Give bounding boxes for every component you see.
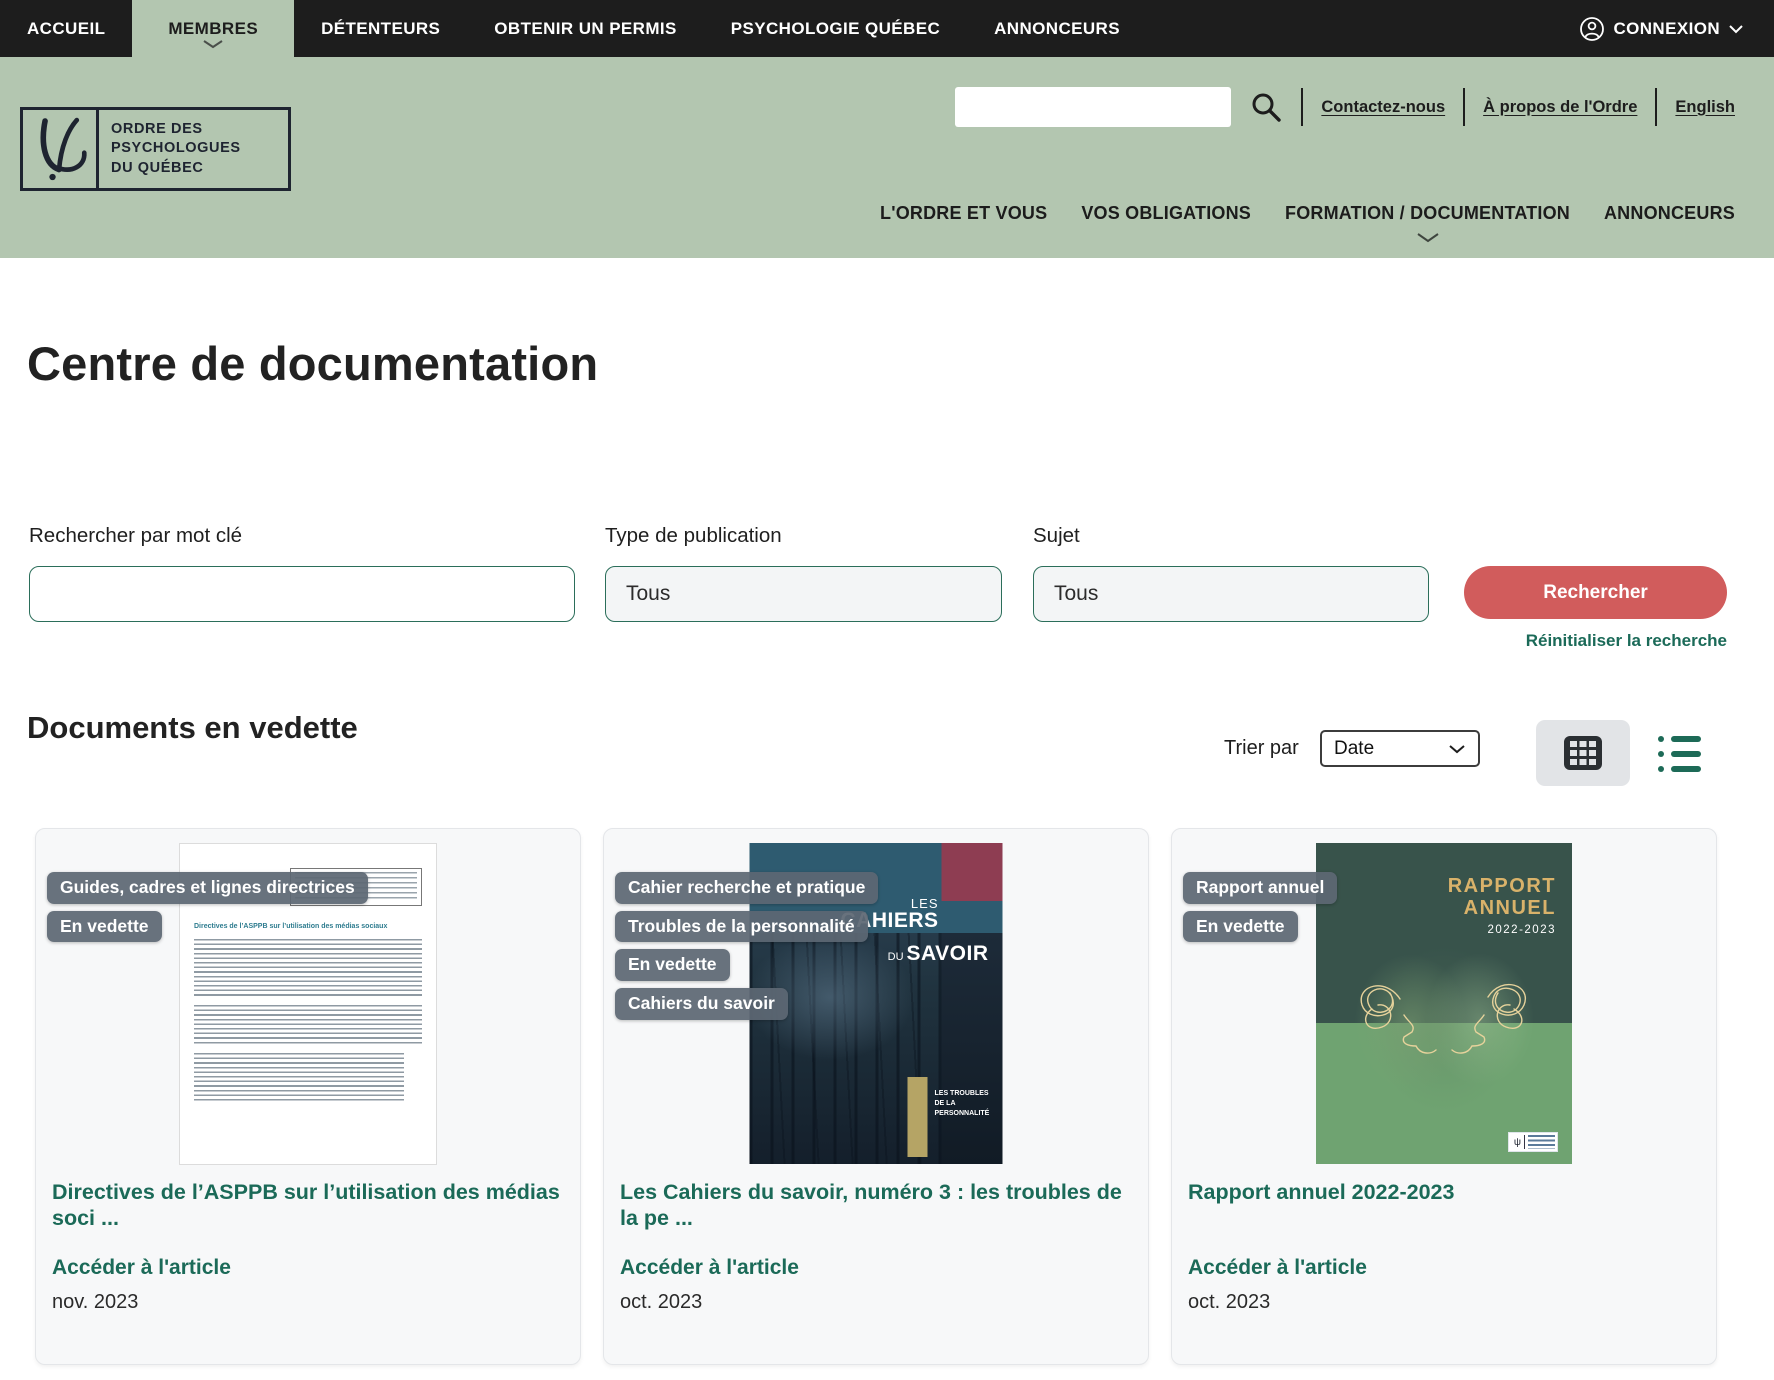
language-toggle-english[interactable]: English (1675, 98, 1735, 117)
search-button[interactable]: Rechercher (1464, 566, 1727, 619)
grid-view-icon (1564, 736, 1602, 770)
reset-search-link[interactable]: Réinitialiser la recherche (1526, 631, 1727, 651)
top-nav-annonceurs[interactable]: ANNONCEURS (967, 0, 1147, 57)
tag-badge: Cahier recherche et pratique (615, 872, 878, 904)
keyword-input[interactable] (29, 566, 575, 622)
tag-badge: Guides, cadres et lignes directrices (47, 872, 368, 904)
sort-select-value: Date (1334, 738, 1374, 760)
nav-vos-obligations[interactable]: VOS OBLIGATIONS (1081, 203, 1251, 250)
nav-ordre-et-vous[interactable]: L'ORDRE ET VOUS (880, 203, 1047, 250)
chevron-down-icon (1448, 744, 1466, 754)
top-nav-psychologie-quebec[interactable]: PSYCHOLOGIE QUÉBEC (704, 0, 967, 57)
cover-image-rapport-annuel: RAPPORT ANNUEL 2022-2023 ψ (1316, 843, 1572, 1164)
card-tags: Cahier recherche et pratique Troubles de… (615, 872, 878, 1020)
tag-badge: En vedette (1183, 911, 1298, 943)
opq-logo-glyph-icon (23, 110, 99, 188)
divider (1655, 88, 1657, 126)
opq-logo-text: ORDRE DES PSYCHOLOGUES DU QUÉBEC (99, 110, 288, 188)
sort-select[interactable]: Date (1320, 730, 1480, 767)
card-date: oct. 2023 (620, 1291, 702, 1314)
page-title: Centre de documentation (27, 336, 598, 391)
type-select[interactable]: Tous (605, 566, 1002, 622)
cover-text-lines (194, 939, 422, 997)
cover-subtitle: LES TROUBLES DE LA PERSONNALITÉ (935, 1089, 997, 1119)
chevron-down-icon (202, 34, 224, 54)
cover-gold-strip (908, 1077, 928, 1157)
top-nav: ACCUEIL MEMBRES DÉTENTEURS OBTENIR UN PE… (0, 0, 1147, 57)
document-card-rapport-annuel[interactable]: RAPPORT ANNUEL 2022-2023 ψ Rapport annue… (1171, 828, 1717, 1365)
card-date: nov. 2023 (52, 1291, 138, 1314)
subject-select-value: Tous (1054, 582, 1098, 606)
opq-mini-logo: ψ (1508, 1132, 1558, 1152)
subject-select[interactable]: Tous (1033, 566, 1429, 622)
sort-label: Trier par (1224, 737, 1299, 760)
document-card-directives-asppb[interactable]: Directives de l’ASPPB sur l’utilisation … (35, 828, 581, 1365)
document-cover: RAPPORT ANNUEL 2022-2023 ψ (1316, 843, 1572, 1164)
header-nav: L'ORDRE ET VOUS VOS OBLIGATIONS FORMATIO… (880, 203, 1735, 250)
access-article-link[interactable]: Accéder à l'article (1188, 1256, 1367, 1280)
featured-heading: Documents en vedette (27, 710, 358, 746)
tag-badge: Rapport annuel (1183, 872, 1337, 904)
card-title-link[interactable]: Les Cahiers du savoir, numéro 3 : les tr… (620, 1179, 1132, 1231)
site-header: ORDRE DES PSYCHOLOGUES DU QUÉBEC Contact… (0, 57, 1774, 258)
access-article-link[interactable]: Accéder à l'article (52, 1256, 231, 1280)
divider (1301, 88, 1303, 126)
tag-badge: En vedette (47, 911, 162, 943)
chevron-down-icon (1416, 227, 1440, 248)
tag-badge: Troubles de la personnalité (615, 911, 868, 943)
featured-cards: Directives de l’ASPPB sur l’utilisation … (35, 828, 1717, 1365)
connexion-label: CONNEXION (1613, 19, 1720, 39)
document-card-cahiers-du-savoir[interactable]: LES CAHIERS DUSAVOIR LES TROUBLES DE LA … (603, 828, 1149, 1365)
card-tags: Guides, cadres et lignes directrices En … (47, 872, 368, 942)
opq-logo[interactable]: ORDRE DES PSYCHOLOGUES DU QUÉBEC (20, 107, 291, 191)
grid-view-button[interactable] (1536, 720, 1630, 786)
page: ACCUEIL MEMBRES DÉTENTEURS OBTENIR UN PE… (0, 0, 1774, 1380)
search-icon[interactable] (1249, 90, 1283, 124)
access-article-link[interactable]: Accéder à l'article (620, 1256, 799, 1280)
about-link[interactable]: À propos de l'Ordre (1483, 98, 1637, 117)
card-tags: Rapport annuel En vedette (1183, 872, 1337, 942)
chevron-down-icon (1728, 24, 1744, 34)
card-title-link[interactable]: Directives de l’ASPPB sur l’utilisation … (52, 1179, 564, 1231)
keyword-label: Rechercher par mot clé (29, 524, 242, 548)
divider (1463, 88, 1465, 126)
list-view-button[interactable] (1658, 736, 1704, 772)
type-label: Type de publication (605, 524, 782, 548)
logo-line-3: DU QUÉBEC (111, 159, 288, 178)
card-date: oct. 2023 (1188, 1291, 1270, 1314)
header-utility-row: Contactez-nous À propos de l'Ordre Engli… (955, 87, 1735, 127)
top-bar: ACCUEIL MEMBRES DÉTENTEURS OBTENIR UN PE… (0, 0, 1774, 57)
top-nav-obtenir-permis[interactable]: OBTENIR UN PERMIS (467, 0, 703, 57)
header-search-input[interactable] (955, 87, 1231, 127)
nav-formation-documentation[interactable]: FORMATION / DOCUMENTATION (1285, 203, 1570, 250)
tag-badge: Cahiers du savoir (615, 988, 788, 1020)
top-nav-detenteurs[interactable]: DÉTENTEURS (294, 0, 467, 57)
logo-line-1: ORDRE DES (111, 120, 288, 139)
logo-line-2: PSYCHOLOGUES (111, 139, 288, 158)
nav-annonceurs[interactable]: ANNONCEURS (1604, 203, 1735, 250)
list-view-icon (1658, 736, 1704, 742)
card-title-link[interactable]: Rapport annuel 2022-2023 (1188, 1179, 1700, 1205)
nav-formation-label: FORMATION / DOCUMENTATION (1285, 203, 1570, 223)
top-nav-membres-active-tab[interactable]: MEMBRES (132, 0, 294, 57)
tag-badge: En vedette (615, 949, 730, 981)
person-icon (1579, 16, 1605, 42)
connexion-button[interactable]: CONNEXION (1579, 0, 1774, 57)
top-nav-accueil[interactable]: ACCUEIL (27, 0, 132, 57)
contact-link[interactable]: Contactez-nous (1321, 98, 1445, 117)
subject-label: Sujet (1033, 524, 1080, 548)
cover-report-title: RAPPORT ANNUEL 2022-2023 (1448, 875, 1556, 937)
type-select-value: Tous (626, 582, 670, 606)
cover-line-art-faces (1342, 965, 1546, 1085)
